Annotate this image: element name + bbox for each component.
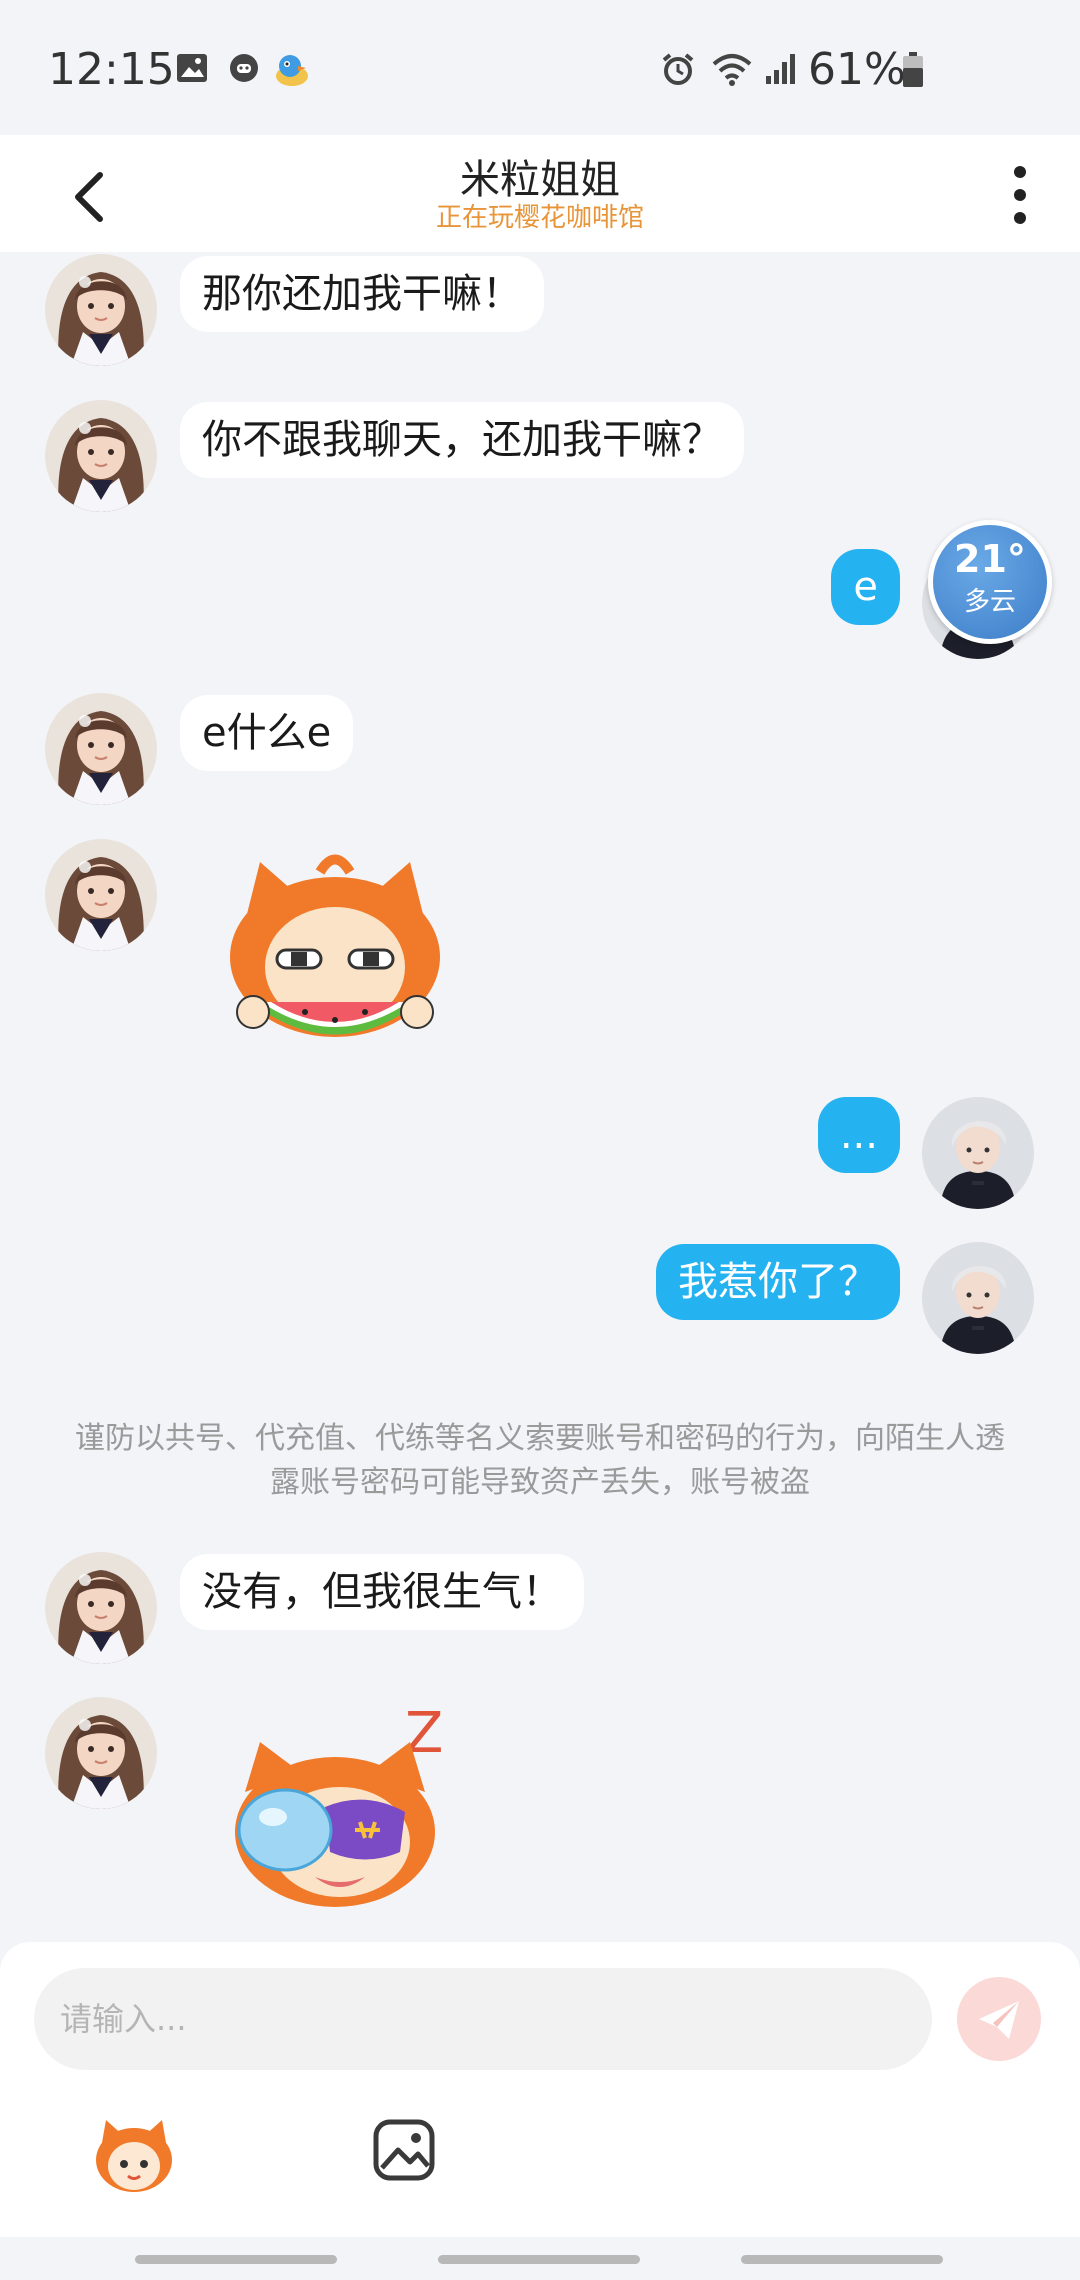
wifi-icon [712,54,752,86]
my-avatar[interactable] [922,1242,1034,1354]
contact-avatar[interactable] [45,1697,157,1809]
message-bubble-sent[interactable]: e [831,549,900,625]
more-dot [1014,212,1026,224]
chat-messages[interactable]: 那你还加我干嘛！ 你不跟我聊天，还加我干嘛？ e 21° 多云 e什么e ... [0,252,1080,1942]
contact-status: 正在玩樱花咖啡馆 [435,203,644,233]
weather-bird-icon [276,55,308,86]
contact-avatar[interactable] [45,839,157,951]
contact-avatar[interactable] [45,400,157,512]
nav-back-button[interactable] [741,2255,943,2264]
status-time: 12:15 [48,44,175,95]
game-icon [230,54,258,82]
send-button[interactable] [957,1977,1041,2061]
message-bubble-received[interactable]: e什么e [180,695,354,771]
weather-temperature: 21° [954,537,1026,581]
image-icon[interactable] [372,2118,436,2182]
contact-avatar[interactable] [45,693,157,805]
nav-recent-button[interactable] [135,2255,337,2264]
status-bar: 12:15 61% [0,0,1080,135]
battery-percent: 61% [808,44,906,95]
signal-icon [766,54,795,84]
mascot-emoji-icon[interactable] [92,2114,176,2194]
chat-header: 米粒姐姐 正在玩樱花咖啡馆 [0,135,1080,252]
more-options-button[interactable] [1005,155,1035,235]
more-dot [1014,189,1026,201]
message-bubble-received[interactable]: 没有，但我很生气！ [180,1554,584,1630]
contact-avatar[interactable] [45,1552,157,1664]
my-avatar[interactable] [922,1097,1034,1209]
watermelon-eating-sticker[interactable] [215,852,455,1062]
nav-home-button[interactable] [438,2255,640,2264]
more-vertical-icon [1014,166,1026,178]
system-nav-bar [0,2237,1080,2280]
message-bubble-sent[interactable]: ... [817,1097,900,1173]
contact-avatar[interactable] [45,254,157,366]
weather-description: 多云 [963,587,1016,617]
message-bubble-sent[interactable]: 我惹你了？ [656,1244,900,1320]
alarm-icon [662,53,694,85]
message-input[interactable] [34,1968,932,2070]
message-bubble-received[interactable]: 你不跟我聊天，还加我干嘛？ [180,402,744,478]
send-icon [979,2001,1019,2039]
sleeping-sticker[interactable]: Z [215,1702,455,1912]
image-icon [177,54,207,82]
battery-icon [903,52,923,87]
message-composer [0,1942,1080,2237]
security-notice: 谨防以共号、代充值、代练等名义索要账号和密码的行为，向陌生人透露账号密码可能导致… [75,1421,1005,1500]
message-bubble-received[interactable]: 那你还加我干嘛！ [180,256,544,332]
weather-widget[interactable]: 21° 多云 [928,520,1052,644]
